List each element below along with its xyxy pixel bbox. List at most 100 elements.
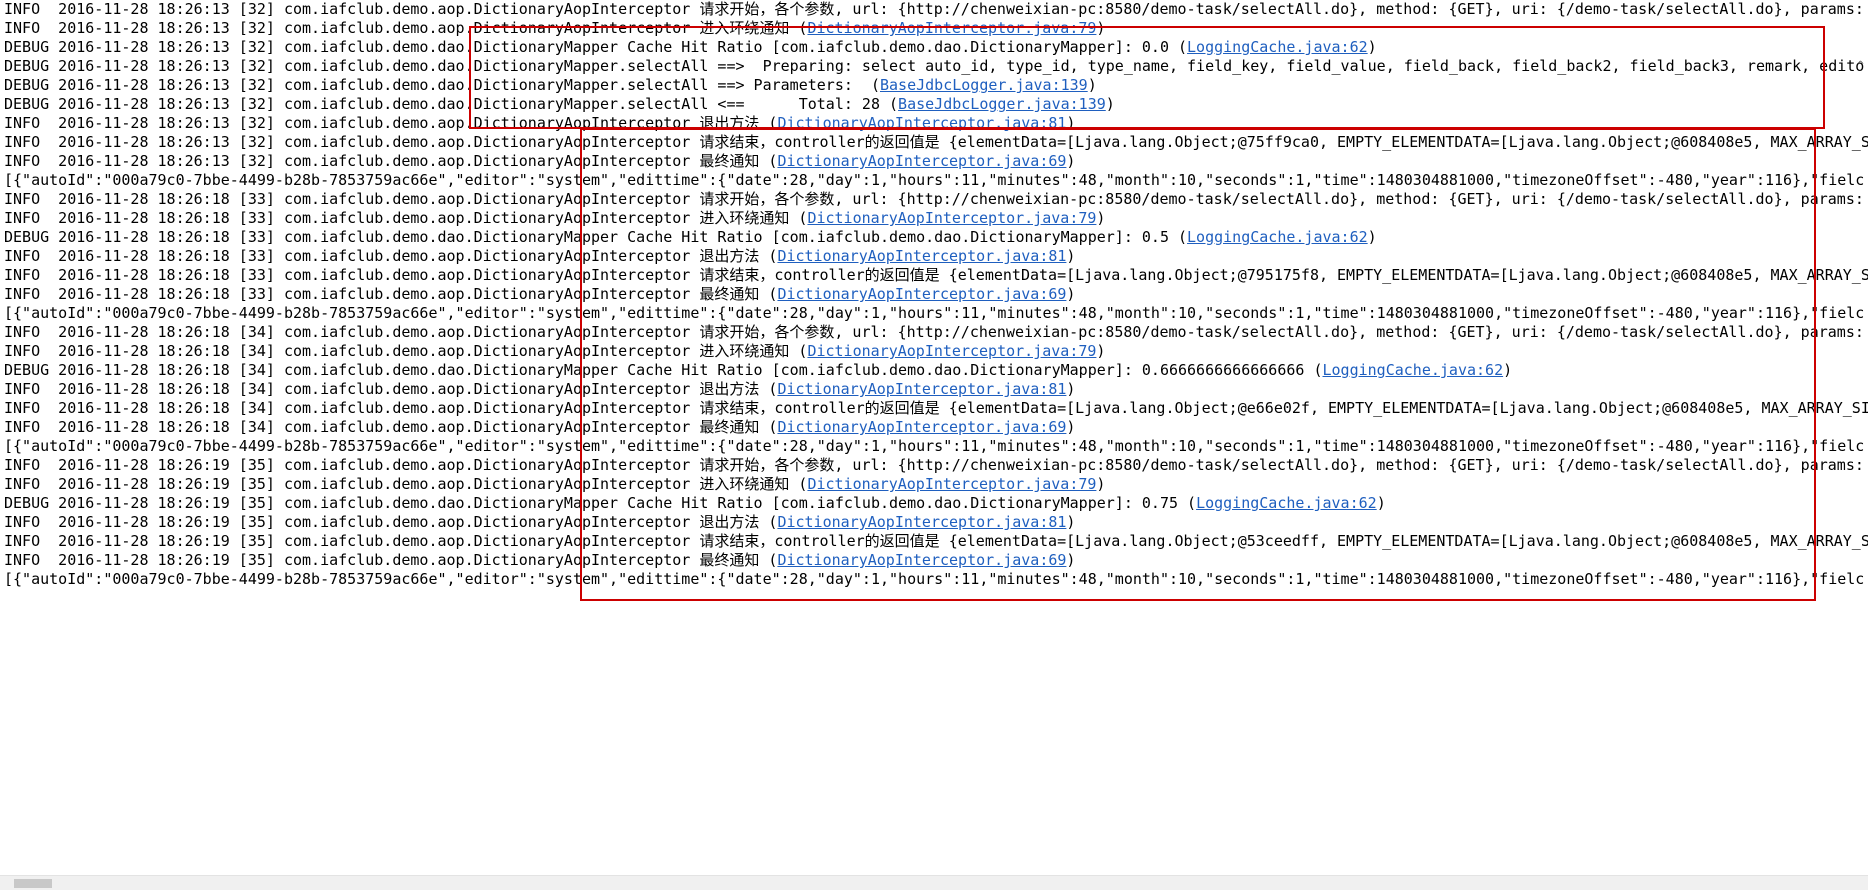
source-link[interactable]: DictionaryAopInterceptor.java:69 bbox=[777, 285, 1066, 303]
log-lines: INFO 2016-11-28 18:26:13 [32] com.iafclu… bbox=[4, 0, 1868, 589]
log-line: INFO 2016-11-28 18:26:13 [32] com.iafclu… bbox=[4, 19, 1868, 38]
source-link[interactable]: LoggingCache.java:62 bbox=[1323, 361, 1504, 379]
log-line-suffix: ) bbox=[1066, 551, 1076, 569]
log-line-text: INFO 2016-11-28 18:26:18 [34] com.iafclu… bbox=[4, 399, 1868, 417]
log-line: DEBUG 2016-11-28 18:26:13 [32] com.iafcl… bbox=[4, 38, 1868, 57]
log-line-suffix: ) bbox=[1096, 475, 1106, 493]
log-line: INFO 2016-11-28 18:26:19 [35] com.iafclu… bbox=[4, 456, 1868, 475]
source-link[interactable]: LoggingCache.java:62 bbox=[1187, 228, 1368, 246]
log-line: DEBUG 2016-11-28 18:26:13 [32] com.iafcl… bbox=[4, 76, 1868, 95]
log-line-suffix: ) bbox=[1376, 494, 1386, 512]
source-link[interactable]: DictionaryAopInterceptor.java:79 bbox=[807, 209, 1096, 227]
log-line-text: INFO 2016-11-28 18:26:13 [32] com.iafclu… bbox=[4, 133, 1868, 151]
log-line-text: INFO 2016-11-28 18:26:18 [34] com.iafclu… bbox=[4, 342, 808, 360]
log-line: INFO 2016-11-28 18:26:18 [33] com.iafclu… bbox=[4, 247, 1868, 266]
log-line-suffix: ) bbox=[1096, 342, 1106, 360]
log-line: DEBUG 2016-11-28 18:26:13 [32] com.iafcl… bbox=[4, 95, 1868, 114]
log-line-suffix: ) bbox=[1066, 380, 1076, 398]
log-line-text: DEBUG 2016-11-28 18:26:18 [34] com.iafcl… bbox=[4, 361, 1323, 379]
log-line: DEBUG 2016-11-28 18:26:18 [34] com.iafcl… bbox=[4, 361, 1868, 380]
log-line-suffix: ) bbox=[1066, 152, 1076, 170]
console-output: INFO 2016-11-28 18:26:13 [32] com.iafclu… bbox=[0, 0, 1868, 875]
log-line-suffix: ) bbox=[1367, 38, 1377, 56]
log-line: INFO 2016-11-28 18:26:18 [34] com.iafclu… bbox=[4, 418, 1868, 437]
log-line-text: INFO 2016-11-28 18:26:13 [32] com.iafclu… bbox=[4, 0, 1868, 18]
log-line: INFO 2016-11-28 18:26:13 [32] com.iafclu… bbox=[4, 152, 1868, 171]
log-line: INFO 2016-11-28 18:26:13 [32] com.iafclu… bbox=[4, 0, 1868, 19]
log-line: INFO 2016-11-28 18:26:18 [33] com.iafclu… bbox=[4, 285, 1868, 304]
source-link[interactable]: BaseJdbcLogger.java:139 bbox=[880, 76, 1088, 94]
log-line-text: INFO 2016-11-28 18:26:19 [35] com.iafclu… bbox=[4, 532, 1868, 550]
log-line-text: INFO 2016-11-28 18:26:18 [33] com.iafclu… bbox=[4, 209, 808, 227]
log-line-suffix: ) bbox=[1066, 285, 1076, 303]
log-line-suffix: ) bbox=[1066, 247, 1076, 265]
log-line-text: DEBUG 2016-11-28 18:26:19 [35] com.iafcl… bbox=[4, 494, 1197, 512]
log-line: INFO 2016-11-28 18:26:13 [32] com.iafclu… bbox=[4, 114, 1868, 133]
log-line-text: DEBUG 2016-11-28 18:26:13 [32] com.iafcl… bbox=[4, 95, 899, 113]
log-line-text: [{"autoId":"000a79c0-7bbe-4499-b28b-7853… bbox=[4, 437, 1865, 455]
log-line-suffix: ) bbox=[1096, 19, 1106, 37]
log-line: INFO 2016-11-28 18:26:18 [33] com.iafclu… bbox=[4, 209, 1868, 228]
log-line: [{"autoId":"000a79c0-7bbe-4499-b28b-7853… bbox=[4, 304, 1868, 323]
log-line-text: [{"autoId":"000a79c0-7bbe-4499-b28b-7853… bbox=[4, 570, 1865, 588]
source-link[interactable]: DictionaryAopInterceptor.java:69 bbox=[777, 418, 1066, 436]
source-link[interactable]: DictionaryAopInterceptor.java:79 bbox=[807, 342, 1096, 360]
log-line-text: INFO 2016-11-28 18:26:13 [32] com.iafclu… bbox=[4, 152, 778, 170]
log-line: INFO 2016-11-28 18:26:18 [34] com.iafclu… bbox=[4, 323, 1868, 342]
log-line: INFO 2016-11-28 18:26:18 [34] com.iafclu… bbox=[4, 380, 1868, 399]
source-link[interactable]: DictionaryAopInterceptor.java:81 bbox=[777, 114, 1066, 132]
log-line: INFO 2016-11-28 18:26:18 [33] com.iafclu… bbox=[4, 190, 1868, 209]
source-link[interactable]: DictionaryAopInterceptor.java:79 bbox=[807, 19, 1096, 37]
log-line: INFO 2016-11-28 18:26:18 [34] com.iafclu… bbox=[4, 342, 1868, 361]
log-line-suffix: ) bbox=[1105, 95, 1115, 113]
source-link[interactable]: DictionaryAopInterceptor.java:81 bbox=[777, 380, 1066, 398]
log-line-suffix: ) bbox=[1066, 114, 1076, 132]
log-line: DEBUG 2016-11-28 18:26:13 [32] com.iafcl… bbox=[4, 57, 1868, 76]
log-line-text: DEBUG 2016-11-28 18:26:13 [32] com.iafcl… bbox=[4, 38, 1188, 56]
log-line-text: INFO 2016-11-28 18:26:18 [34] com.iafclu… bbox=[4, 380, 778, 398]
log-line-text: INFO 2016-11-28 18:26:18 [34] com.iafclu… bbox=[4, 323, 1868, 341]
log-line-suffix: ) bbox=[1096, 209, 1106, 227]
log-line: [{"autoId":"000a79c0-7bbe-4499-b28b-7853… bbox=[4, 570, 1868, 589]
source-link[interactable]: LoggingCache.java:62 bbox=[1196, 494, 1377, 512]
log-line-text: INFO 2016-11-28 18:26:18 [33] com.iafclu… bbox=[4, 190, 1868, 208]
log-line-text: INFO 2016-11-28 18:26:19 [35] com.iafclu… bbox=[4, 513, 778, 531]
horizontal-scrollbar-thumb[interactable] bbox=[14, 879, 52, 888]
log-line-text: DEBUG 2016-11-28 18:26:18 [33] com.iafcl… bbox=[4, 228, 1188, 246]
chevron-up-icon[interactable]: ^ bbox=[1853, 58, 1868, 73]
source-link[interactable]: DictionaryAopInterceptor.java:69 bbox=[777, 152, 1066, 170]
source-link[interactable]: DictionaryAopInterceptor.java:81 bbox=[777, 513, 1066, 531]
source-link[interactable]: DictionaryAopInterceptor.java:79 bbox=[807, 475, 1096, 493]
log-line: INFO 2016-11-28 18:26:13 [32] com.iafclu… bbox=[4, 133, 1868, 152]
log-line: [{"autoId":"000a79c0-7bbe-4499-b28b-7853… bbox=[4, 171, 1868, 190]
log-line: INFO 2016-11-28 18:26:18 [33] com.iafclu… bbox=[4, 266, 1868, 285]
log-line: DEBUG 2016-11-28 18:26:19 [35] com.iafcl… bbox=[4, 494, 1868, 513]
log-line-text: INFO 2016-11-28 18:26:19 [35] com.iafclu… bbox=[4, 551, 778, 569]
log-line-text: INFO 2016-11-28 18:26:13 [32] com.iafclu… bbox=[4, 114, 778, 132]
log-line-text: [{"autoId":"000a79c0-7bbe-4499-b28b-7853… bbox=[4, 304, 1865, 322]
source-link[interactable]: DictionaryAopInterceptor.java:69 bbox=[777, 551, 1066, 569]
log-line-text: INFO 2016-11-28 18:26:13 [32] com.iafclu… bbox=[4, 19, 808, 37]
log-line: INFO 2016-11-28 18:26:19 [35] com.iafclu… bbox=[4, 551, 1868, 570]
log-line: [{"autoId":"000a79c0-7bbe-4499-b28b-7853… bbox=[4, 437, 1868, 456]
horizontal-scrollbar[interactable] bbox=[0, 875, 1868, 890]
log-line-text: [{"autoId":"000a79c0-7bbe-4499-b28b-7853… bbox=[4, 171, 1865, 189]
log-line-text: DEBUG 2016-11-28 18:26:13 [32] com.iafcl… bbox=[4, 57, 1865, 75]
log-line-text: INFO 2016-11-28 18:26:19 [35] com.iafclu… bbox=[4, 456, 1868, 474]
log-line-suffix: ) bbox=[1066, 513, 1076, 531]
log-line-suffix: ) bbox=[1066, 418, 1076, 436]
log-line-text: INFO 2016-11-28 18:26:18 [33] com.iafclu… bbox=[4, 285, 778, 303]
log-line-text: INFO 2016-11-28 18:26:18 [34] com.iafclu… bbox=[4, 418, 778, 436]
source-link[interactable]: BaseJdbcLogger.java:139 bbox=[898, 95, 1106, 113]
log-line-text: INFO 2016-11-28 18:26:18 [33] com.iafclu… bbox=[4, 247, 778, 265]
log-line: INFO 2016-11-28 18:26:19 [35] com.iafclu… bbox=[4, 475, 1868, 494]
log-line: INFO 2016-11-28 18:26:19 [35] com.iafclu… bbox=[4, 513, 1868, 532]
log-line-suffix: ) bbox=[1087, 76, 1097, 94]
log-line-text: INFO 2016-11-28 18:26:19 [35] com.iafclu… bbox=[4, 475, 808, 493]
source-link[interactable]: DictionaryAopInterceptor.java:81 bbox=[777, 247, 1066, 265]
source-link[interactable]: LoggingCache.java:62 bbox=[1187, 38, 1368, 56]
log-line: INFO 2016-11-28 18:26:19 [35] com.iafclu… bbox=[4, 532, 1868, 551]
log-line-text: INFO 2016-11-28 18:26:18 [33] com.iafclu… bbox=[4, 266, 1868, 284]
log-line-suffix: ) bbox=[1367, 228, 1377, 246]
log-line-suffix: ) bbox=[1503, 361, 1513, 379]
